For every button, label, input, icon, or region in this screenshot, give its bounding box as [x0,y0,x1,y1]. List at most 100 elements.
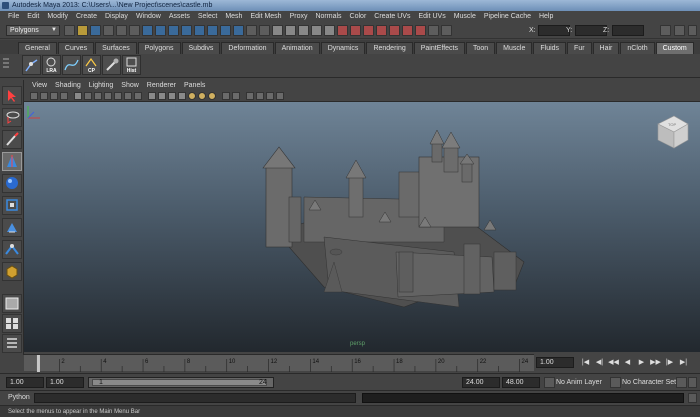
panel-menu-renderer[interactable]: Renderer [143,80,180,91]
relative-mode-icon[interactable] [441,25,452,36]
z-field[interactable] [612,25,644,36]
resolution-gate-icon[interactable] [94,92,102,100]
outliner-layout-button[interactable] [2,334,22,353]
gate-mask-icon[interactable] [104,92,112,100]
tab-curves[interactable]: Curves [57,42,95,54]
playback-start-field[interactable]: 1.00 [46,377,84,388]
channel-box-toggle-icon[interactable] [674,25,685,36]
tab-muscle[interactable]: Muscle [496,42,533,54]
shelf-tool-button[interactable] [102,55,121,75]
play-forward-button[interactable]: ▶ [636,357,647,368]
render-frame-icon[interactable] [389,25,400,36]
menu-assets[interactable]: Assets [165,11,194,23]
output-ops-icon[interactable] [350,25,361,36]
universal-manipulator-button[interactable] [2,218,22,237]
anim-layer-icon[interactable] [544,377,555,388]
make-live-icon[interactable] [324,25,335,36]
playback-end-field[interactable]: 24.00 [462,377,500,388]
tab-fluids[interactable]: Fluids [533,42,567,54]
hypershade-icon[interactable] [428,25,439,36]
animation-end-field[interactable]: 48.00 [502,377,540,388]
menu-select[interactable]: Select [194,11,221,23]
select-camera-icon[interactable] [276,92,284,100]
command-input[interactable] [34,393,356,403]
panel-menu-lighting[interactable]: Lighting [85,80,118,91]
tab-hair[interactable]: Hair [592,42,620,54]
character-set-icon[interactable] [610,377,621,388]
pick-dynamics-icon[interactable] [207,25,218,36]
paint-select-tool-button[interactable] [2,130,22,149]
shelf-menu-icon[interactable] [2,56,10,74]
tab-ncloth[interactable]: nCloth [620,42,655,54]
xray-joints-icon[interactable] [232,92,240,100]
tab-fur[interactable]: Fur [567,42,592,54]
sidebar-toggle-icon[interactable] [660,25,671,36]
menu-create-uvs[interactable]: Create UVs [370,11,414,23]
step-forward-button[interactable]: |▶ [664,357,675,368]
pick-mask-icon[interactable] [142,25,153,36]
open-scene-icon[interactable] [77,25,88,36]
wireframe-on-shaded-icon[interactable] [168,92,176,100]
smooth-shade-icon[interactable] [158,92,166,100]
pick-curves-icon[interactable] [168,25,179,36]
range-slider[interactable]: 1 24 [88,377,274,388]
high-quality-icon[interactable] [256,92,264,100]
menu-proxy[interactable]: Proxy [286,11,312,23]
menu-display[interactable]: Display [101,11,132,23]
menu-edit-mesh[interactable]: Edit Mesh [246,11,285,23]
snap-curve-icon[interactable] [285,25,296,36]
menu-create[interactable]: Create [72,11,101,23]
image-plane-icon[interactable] [60,92,68,100]
default-lighting-icon[interactable] [188,92,196,100]
tab-rendering[interactable]: Rendering [366,42,413,54]
preferences-button[interactable] [688,377,697,388]
tab-polygons[interactable]: Polygons [137,42,181,54]
range-slider-handle[interactable] [92,379,267,386]
soft-mod-tool-button[interactable] [2,240,22,259]
xray-icon[interactable] [222,92,230,100]
safe-title-icon[interactable] [134,92,142,100]
command-language-label[interactable]: Python [8,393,30,403]
single-pane-layout-button[interactable] [2,294,22,313]
perspective-viewport[interactable]: TOP persp [24,102,700,352]
field-chart-icon[interactable] [114,92,122,100]
menu-help[interactable]: Help [535,11,557,23]
current-frame-field[interactable]: 1.00 [536,357,574,368]
pick-surfaces-icon[interactable] [181,25,192,36]
animation-start-field[interactable]: 1.00 [6,377,44,388]
anim-layer-selector[interactable]: No Anim Layer [556,377,602,388]
shelf-history-button[interactable]: Hist [122,55,141,75]
tab-painteffects[interactable]: PaintEffects [413,42,465,54]
pick-rendering-icon[interactable] [220,25,231,36]
symmetry-icon[interactable] [266,92,274,100]
highlight-selection-icon[interactable] [259,25,270,36]
menu-normals[interactable]: Normals [311,11,345,23]
snap-view-plane-icon[interactable] [311,25,322,36]
panel-menu-shading[interactable]: Shading [51,80,85,91]
shelf-curve-button[interactable] [62,55,81,75]
rotate-tool-button[interactable] [2,174,22,193]
bookmark-icon[interactable] [50,92,58,100]
menu-modify[interactable]: Modify [43,11,72,23]
pick-joints-icon[interactable] [155,25,166,36]
shelf-cp-button[interactable]: CP [82,55,101,75]
tab-custom[interactable]: Custom [655,42,694,54]
render-view-icon[interactable] [376,25,387,36]
menu-edit[interactable]: Edit [23,11,43,23]
textured-icon[interactable] [178,92,186,100]
tab-animation[interactable]: Animation [274,42,320,54]
new-scene-icon[interactable] [64,25,75,36]
current-time-marker[interactable] [36,355,40,372]
ipr-render-icon[interactable] [402,25,413,36]
panel-menu-view[interactable]: View [28,80,51,91]
go-to-end-button[interactable]: ▶| [678,357,689,368]
scale-tool-button[interactable] [2,196,22,215]
pick-misc-icon[interactable] [233,25,244,36]
shelf-joint-button[interactable] [22,55,41,75]
select-tool-button[interactable] [2,86,22,105]
lasso-tool-button[interactable] [2,108,22,127]
select-object-icon[interactable] [116,25,127,36]
snap-grid-icon[interactable] [272,25,283,36]
view-cube[interactable]: TOP [652,112,692,152]
go-to-start-button[interactable]: |◀ [580,357,591,368]
